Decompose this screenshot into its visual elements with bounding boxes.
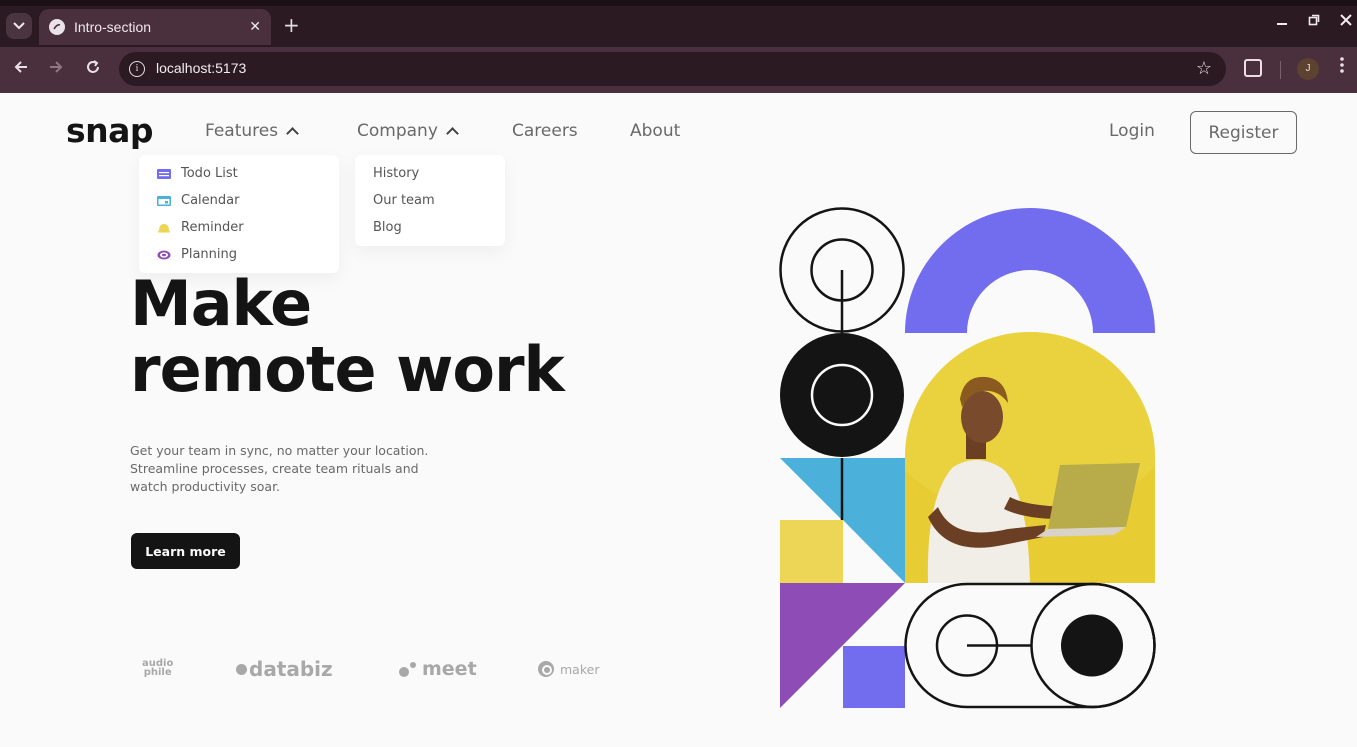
capsule-shape	[904, 582, 1156, 709]
hero-title-line2: remote work	[130, 333, 565, 406]
minimize-icon[interactable]	[1276, 14, 1288, 30]
tab-search-button[interactable]	[6, 13, 32, 39]
client-logo-databiz: databiz	[236, 657, 333, 681]
nav-company[interactable]: Company	[357, 121, 459, 141]
databiz-dot-icon	[236, 663, 247, 675]
window-top-edge	[0, 0, 1357, 6]
reminder-icon	[158, 223, 170, 232]
black-circle-shape	[780, 333, 904, 457]
register-button[interactable]: Register	[1190, 111, 1297, 154]
chevron-up-icon	[286, 127, 299, 140]
dropdown-item-todo-list[interactable]: Todo List	[157, 166, 238, 181]
tab-favicon-icon	[49, 19, 65, 35]
url-text[interactable]: localhost:5173	[156, 60, 246, 76]
features-dropdown: Todo List Calendar Reminder Planning	[139, 155, 339, 273]
dropdown-item-our-team[interactable]: Our team	[373, 193, 435, 208]
toolbar-divider	[1280, 61, 1281, 79]
page-content: snap Features Company Careers About Logi…	[0, 93, 1357, 747]
nav-features-label: Features	[205, 121, 279, 141]
audiophile-bottom-text: phile	[143, 667, 172, 678]
meet-text: meet	[422, 658, 477, 680]
profile-avatar[interactable]: J	[1297, 58, 1319, 80]
learn-more-button[interactable]: Learn more	[131, 533, 240, 569]
bookmark-star-icon[interactable]: ☆	[1196, 58, 1212, 79]
person-photo	[905, 332, 1155, 583]
hero-title-line1: Make	[130, 267, 312, 340]
dropdown-item-label: Reminder	[181, 220, 244, 235]
todo-icon	[157, 168, 171, 179]
back-icon[interactable]	[13, 59, 29, 80]
dropdown-item-calendar[interactable]: Calendar	[157, 193, 239, 208]
restore-icon[interactable]	[1308, 14, 1320, 30]
dropdown-item-history[interactable]: History	[373, 166, 419, 181]
hero-title: Make remote work	[130, 267, 565, 406]
planning-icon	[157, 250, 171, 259]
nav-features[interactable]: Features	[205, 121, 299, 141]
maker-text: maker	[560, 661, 600, 677]
address-bar[interactable]: i localhost:5173 ☆	[119, 52, 1226, 86]
site-logo[interactable]: snap	[66, 111, 154, 150]
site-info-icon[interactable]: i	[129, 61, 145, 77]
client-logo-audiophile: audio phile	[142, 659, 173, 678]
dropdown-item-reminder[interactable]: Reminder	[157, 220, 244, 235]
calendar-icon	[157, 195, 171, 206]
window-close-icon[interactable]	[1340, 14, 1352, 30]
chevron-up-icon	[446, 127, 459, 140]
browser-menu-icon[interactable]	[1337, 57, 1347, 73]
yellow-square-shape	[780, 520, 843, 583]
new-tab-icon[interactable]: +	[283, 15, 300, 35]
browser-tab[interactable]: Intro-section ✕	[39, 9, 271, 45]
login-link[interactable]: Login	[1109, 121, 1155, 141]
nav-company-label: Company	[357, 121, 438, 141]
browser-toolbar: i localhost:5173 ☆ J	[0, 47, 1357, 93]
hero-description: Get your team in sync, no matter your lo…	[130, 443, 429, 494]
extensions-icon[interactable]	[1244, 59, 1262, 77]
maker-swirl-icon	[538, 661, 554, 677]
dropdown-item-label: Calendar	[181, 193, 240, 208]
company-dropdown: History Our team Blog	[355, 155, 505, 246]
outline-circle-shape	[779, 207, 905, 333]
chevron-down-icon	[13, 22, 25, 30]
tab-title: Intro-section	[74, 19, 152, 35]
client-logo-maker: maker	[537, 660, 599, 678]
dropdown-item-planning[interactable]: Planning	[157, 247, 237, 262]
forward-icon[interactable]	[48, 59, 64, 80]
hero-illustration	[779, 207, 1156, 709]
nav-careers[interactable]: Careers	[512, 121, 578, 141]
client-logo-meet: meet	[398, 658, 477, 680]
nav-about[interactable]: About	[630, 121, 680, 141]
browser-tab-strip: Intro-section ✕ +	[0, 0, 1357, 47]
meet-dots-icon	[399, 662, 416, 677]
databiz-text: databiz	[249, 657, 333, 681]
purple-square-shape	[843, 646, 905, 708]
dropdown-item-blog[interactable]: Blog	[373, 220, 402, 235]
purple-arch-shape	[905, 208, 1155, 333]
dropdown-item-label: Todo List	[181, 166, 238, 181]
reload-icon[interactable]	[85, 59, 101, 80]
tab-close-icon[interactable]: ✕	[249, 19, 261, 35]
dropdown-item-label: Planning	[181, 247, 237, 262]
